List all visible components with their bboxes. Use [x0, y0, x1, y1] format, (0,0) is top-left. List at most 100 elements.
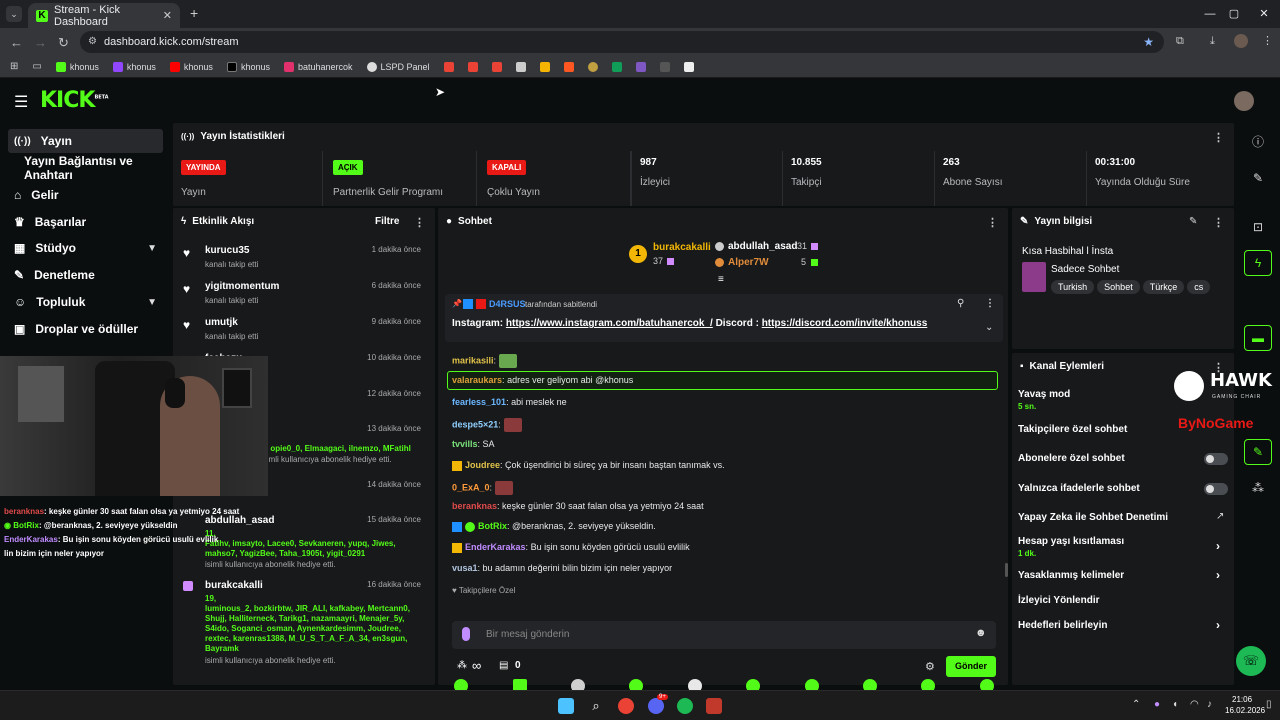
info-icon[interactable]: ⓘ	[1244, 128, 1272, 154]
discord-icon[interactable]	[648, 698, 664, 714]
bookmark-x[interactable]: khonus	[226, 61, 270, 72]
hamburger-menu-icon[interactable]: ☰	[14, 92, 28, 112]
close-window-button[interactable]: ✕	[1244, 0, 1280, 28]
browser-menu-icon[interactable]: ⋮	[1262, 34, 1273, 47]
chat-input-box[interactable]: Bir mesaj gönderin ☻	[452, 621, 996, 649]
more-options-icon[interactable]: ⋮	[1213, 131, 1224, 144]
viewer-redirect-setting[interactable]: İzleyici Yönlendir	[1018, 595, 1100, 606]
forward-icon[interactable]: →	[34, 35, 47, 50]
chat-username[interactable]: Joudree	[465, 460, 500, 470]
sidebar-item-denetleme[interactable]: ✎ Denetleme	[8, 263, 163, 287]
chevron-right-icon[interactable]: ›	[1216, 618, 1220, 632]
chat-scrollbar[interactable]	[1005, 563, 1008, 577]
bookmark-twitch[interactable]: khonus	[112, 61, 156, 72]
sidebar-item-droplar[interactable]: ▣ Droplar ve ödüller	[8, 317, 163, 341]
tag[interactable]: cs	[1187, 280, 1211, 294]
lightning-icon[interactable]: ϟ	[1244, 250, 1272, 276]
chat-username[interactable]: despe5×21	[452, 419, 498, 429]
notifications-icon[interactable]: ▯	[1266, 699, 1272, 710]
stream-category[interactable]: Sadece Sohbet	[1051, 264, 1119, 275]
sidebar-item-yayin[interactable]: ((·)) Yayın	[8, 129, 163, 153]
event-user[interactable]: abdullah_asad	[205, 515, 274, 526]
chevron-right-icon[interactable]: ›	[1216, 568, 1220, 582]
chat-username[interactable]: valaraukars	[452, 375, 502, 385]
url-field[interactable]: ⚙ dashboard.kick.com/stream ★	[80, 31, 1164, 53]
chat-username[interactable]: tvvills	[452, 439, 478, 449]
leader-name[interactable]: Alper7W	[728, 257, 769, 268]
back-icon[interactable]: ←	[10, 35, 23, 50]
points-icon[interactable]: ⁂	[1244, 475, 1272, 501]
bookmark-star-icon[interactable]: ★	[1143, 31, 1154, 53]
event-user[interactable]: burakcakalli	[205, 580, 263, 591]
gmail-icon[interactable]	[443, 61, 454, 72]
close-tab-icon[interactable]: ✕	[163, 9, 172, 22]
kick-logo[interactable]: KICKBETA	[40, 88, 109, 113]
bookmark-kick[interactable]: khonus	[55, 61, 99, 72]
edit-pencil-icon[interactable]: ✎	[1189, 216, 1197, 227]
more-options-icon[interactable]: ⋮	[987, 216, 998, 229]
followers-chat-setting[interactable]: Takipçilere özel sohbet	[1018, 424, 1127, 435]
filter-button[interactable]: Filtre	[375, 216, 399, 227]
chat-username[interactable]: 0_ExA_0	[452, 482, 490, 492]
chat-username[interactable]: beranknas	[452, 501, 497, 511]
microphone-icon[interactable]	[462, 627, 470, 641]
sidebar-item-basarilar[interactable]: ♛ Başarılar	[8, 210, 163, 234]
more-options-icon[interactable]: ⋮	[985, 298, 995, 309]
tag[interactable]: Türkçe	[1142, 280, 1185, 294]
browser-tab[interactable]: K Stream - Kick Dashboard ✕	[28, 3, 180, 28]
slow-mode-setting[interactable]: Yavaş mod 5 sn.	[1018, 389, 1070, 411]
event-user[interactable]: kurucu35	[205, 245, 249, 256]
speaker-icon[interactable]: ◖	[1172, 699, 1178, 710]
app-icon[interactable]	[635, 61, 646, 72]
download-icon[interactable]: ⤓	[1210, 35, 1215, 48]
leader-name[interactable]: burakcakalli	[653, 242, 711, 253]
extensions-icon[interactable]: ⧉	[1176, 35, 1184, 48]
bookmark-lspd[interactable]: LSPD Panel	[366, 61, 430, 72]
chevron-right-icon[interactable]: ›	[1216, 539, 1220, 553]
app-icon[interactable]	[563, 61, 574, 72]
app-icon[interactable]	[659, 61, 670, 72]
new-tab-button[interactable]: +	[190, 5, 198, 21]
discord-link[interactable]: https://discord.com/invite/khonuss	[762, 318, 928, 329]
instagram-link[interactable]: https://www.instagram.com/batuhanercok_/	[506, 318, 713, 329]
more-options-icon[interactable]: ⋮	[1213, 216, 1224, 229]
wifi-icon[interactable]: ◠	[1190, 699, 1199, 710]
reload-icon[interactable]: ↻	[58, 35, 69, 51]
chevron-down-icon[interactable]: ⌄	[985, 322, 993, 333]
store-icon[interactable]: ▤	[499, 660, 508, 671]
tag[interactable]: Sohbet	[1097, 280, 1140, 294]
help-button[interactable]: ☏	[1236, 646, 1266, 676]
sheets-icon[interactable]	[611, 61, 622, 72]
event-user[interactable]: yigitmomentum	[205, 281, 279, 292]
channel-points-icon[interactable]: ⁂	[457, 660, 467, 671]
emoji-picker-icon[interactable]: ☻	[975, 627, 987, 639]
clock-time[interactable]: 21:06	[1232, 695, 1252, 704]
account-age-setting[interactable]: Hesap yaşı kısıtlaması 1 dk.	[1018, 536, 1124, 558]
user-avatar[interactable]	[1234, 91, 1254, 111]
apps-grid-icon[interactable]: ⊞	[10, 61, 18, 72]
folder-icon[interactable]: ▭	[32, 61, 41, 72]
chat-username[interactable]: BotRix	[478, 521, 507, 531]
gmail-icon[interactable]	[467, 61, 478, 72]
event-user[interactable]: umutjk	[205, 317, 238, 328]
goals-setting[interactable]: Hedefleri belirleyin	[1018, 620, 1107, 631]
doc-icon[interactable]	[515, 61, 526, 72]
tab-list-button[interactable]: ⌄	[6, 6, 22, 22]
pinned-by-user[interactable]: D4RSUS	[489, 299, 526, 309]
app-icon[interactable]	[706, 698, 722, 714]
send-button[interactable]: Gönder	[946, 656, 996, 677]
sidebar-item-gelir[interactable]: ⌂ Gelir	[8, 183, 163, 207]
banned-words-setting[interactable]: Yasaklanmış kelimeler	[1018, 570, 1124, 581]
more-options-icon[interactable]: ⋮	[414, 216, 425, 229]
chat-icon[interactable]: ▬	[1244, 325, 1272, 351]
chat-username[interactable]: marikasili	[452, 355, 494, 365]
screenshot-icon[interactable]: ⊡	[1244, 214, 1272, 240]
volume-icon[interactable]: ♪	[1207, 699, 1212, 710]
subs-chat-toggle[interactable]	[1204, 453, 1228, 465]
windows-start-icon[interactable]	[558, 698, 574, 714]
expand-leaderboard-icon[interactable]: ≡	[718, 274, 724, 285]
profile-avatar[interactable]	[1234, 34, 1248, 48]
edit-icon[interactable]: ✎	[1244, 165, 1272, 191]
ai-moderation-setting[interactable]: Yapay Zeka ile Sohbet Denetimi	[1018, 512, 1168, 523]
spotify-icon[interactable]	[677, 698, 693, 714]
